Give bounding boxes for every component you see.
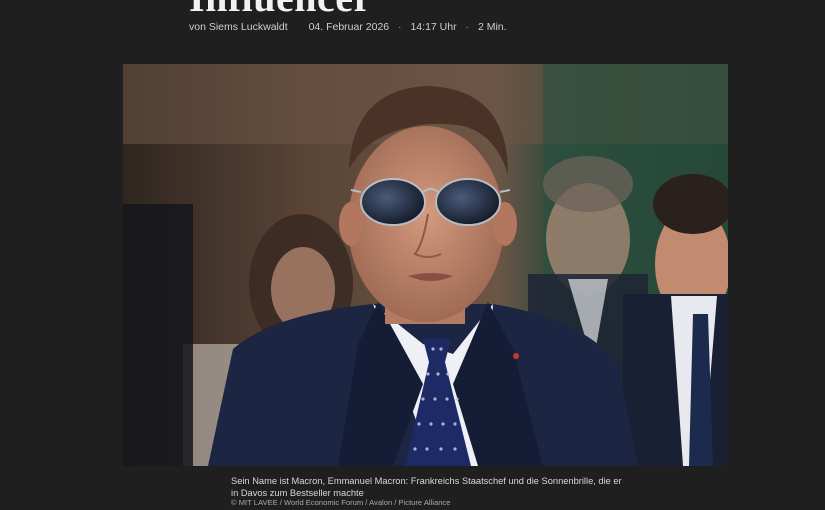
article-hero-image <box>123 64 728 466</box>
article-meta: von Siems Luckwaldt 04. Februar 2026 · 1… <box>189 21 507 33</box>
hero-photo-illustration <box>123 64 728 466</box>
meta-separator: · <box>465 21 470 33</box>
publish-time: 14:17 Uhr <box>410 21 457 33</box>
author-byline[interactable]: von Siems Luckwaldt <box>189 21 288 33</box>
image-credit: © MIT LAVEE / World Economic Forum / Ava… <box>231 498 451 507</box>
reading-time: 2 Min. <box>477 21 507 33</box>
meta-separator: · <box>398 21 402 33</box>
publish-date: 04. Februar 2026 <box>308 21 390 33</box>
article-headline: Influencer <box>189 0 372 21</box>
image-caption: Sein Name ist Macron, Emmanuel Macron: F… <box>231 476 622 498</box>
